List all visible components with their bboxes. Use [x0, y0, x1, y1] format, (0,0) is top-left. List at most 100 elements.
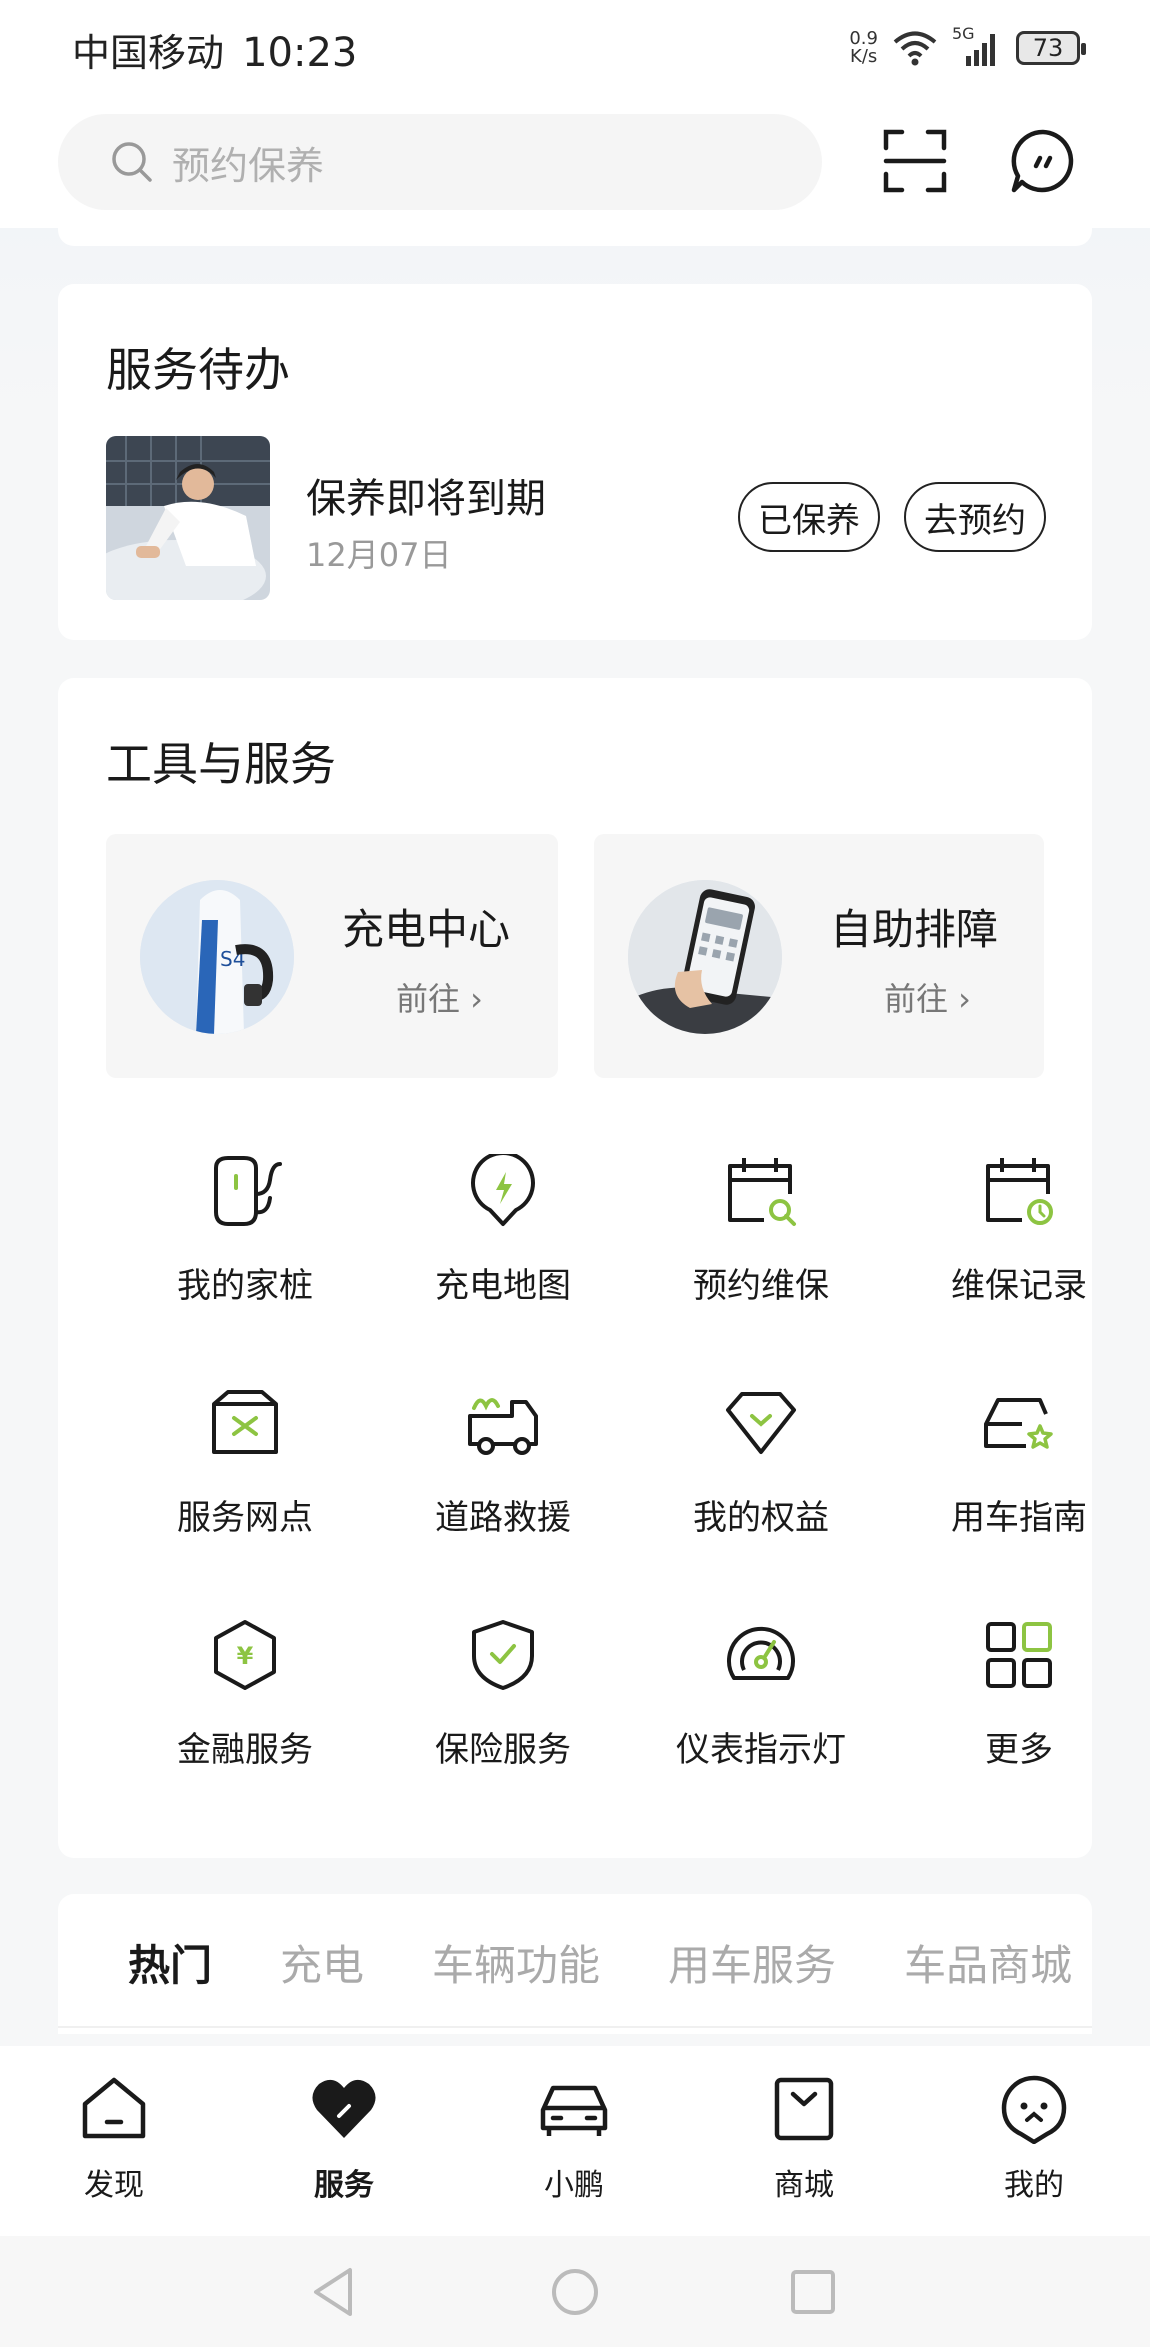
net-speed-unit: K/s [850, 46, 878, 67]
charging-post-illustration: S4 [140, 880, 294, 1034]
grid-item-my-benefits[interactable]: 我的权益 [632, 1386, 890, 1556]
maintenance-photo[interactable] [106, 436, 270, 600]
nav-label-mall: 商城 [774, 2168, 834, 2203]
grid-label-finance: 金融服务 [177, 1730, 313, 1770]
already-maintained-button[interactable]: 已保养 [738, 482, 880, 552]
signal-label: 5G [952, 24, 975, 43]
todo-title: 服务待办 [106, 343, 290, 397]
battery-indicator: 73 [1016, 31, 1086, 65]
charging-center-card[interactable]: S4 充电中心 前往 › [106, 834, 558, 1078]
grid-item-dashboard-lights[interactable]: 仪表指示灯 [632, 1618, 890, 1788]
status-bar: 中国移动 10:23 0.9 K/s 5G 73 [0, 0, 1150, 96]
insurance-icon [472, 1620, 534, 1690]
previous-card-edge [58, 210, 1092, 246]
back-icon[interactable] [306, 2262, 366, 2322]
svg-text:¥: ¥ [237, 1642, 254, 1670]
service-outlet-icon [212, 1390, 278, 1454]
grid-label-home-charger: 我的家桩 [177, 1266, 313, 1306]
net-speed: 0.9 K/s [849, 30, 878, 66]
grid-item-book-maintenance[interactable]: 预约维保 [632, 1154, 890, 1324]
grid-item-maintenance-record[interactable]: 维保记录 [890, 1154, 1148, 1324]
recents-icon[interactable] [783, 2262, 843, 2322]
system-nav-bar [0, 2236, 1150, 2347]
book-maintenance-icon [728, 1158, 796, 1226]
search-icon [112, 142, 152, 182]
search-placeholder: 预约保养 [172, 143, 325, 188]
profile-icon [1001, 2075, 1067, 2144]
grid-label-service-outlet: 服务网点 [177, 1498, 313, 1538]
self-troubleshoot-go[interactable]: 前往 › [884, 974, 971, 1020]
cell-signal: 5G [952, 24, 1002, 68]
status-left: 中国移动 10:23 [72, 22, 357, 77]
nav-discover[interactable]: 发现 [34, 2074, 194, 2214]
clock: 10:23 [242, 30, 358, 76]
nav-mall[interactable]: 商城 [724, 2074, 884, 2214]
todo-item-name: 保养即将到期 [306, 476, 546, 522]
home-charger-icon [214, 1156, 282, 1226]
bottom-nav: 发现 服务 小鹏 商城 我的 [0, 2046, 1150, 2236]
service-todo-card: 服务待办 保养即将到期 12月07日 已保养 去预约 [58, 284, 1092, 640]
self-troubleshoot-title: 自助排障 [830, 905, 999, 954]
grid-item-charge-map[interactable]: 充电地图 [374, 1154, 632, 1324]
phone-in-hand-illustration [628, 880, 782, 1034]
status-right: 0.9 K/s 5G 73 [849, 22, 1086, 74]
nav-label-xpeng: 小鹏 [544, 2168, 604, 2203]
content-tabs-card: 热门 充电 车辆功能 用车服务 车品商城 [58, 1894, 1092, 2034]
grid-label-car-guide: 用车指南 [951, 1498, 1087, 1538]
nav-profile[interactable]: 我的 [954, 2074, 1114, 2214]
charging-center-go[interactable]: 前往 › [396, 974, 483, 1020]
grid-label-road-rescue: 道路救援 [435, 1498, 571, 1538]
discover-icon [82, 2077, 146, 2139]
message-icon[interactable] [1010, 128, 1076, 194]
grid-item-insurance[interactable]: 保险服务 [374, 1618, 632, 1788]
nav-service[interactable]: 服务 [264, 2074, 424, 2214]
charging-center-title: 充电中心 [342, 905, 511, 954]
grid-label-charge-map: 充电地图 [435, 1266, 571, 1306]
finance-icon: ¥ [214, 1620, 276, 1690]
wifi-icon [893, 31, 937, 66]
self-troubleshoot-card[interactable]: 自助排障 前往 › [594, 834, 1044, 1078]
grid-label-maintenance-record: 维保记录 [951, 1266, 1087, 1306]
grid-label-dashboard-lights: 仪表指示灯 [676, 1730, 846, 1770]
my-benefits-icon [726, 1392, 796, 1454]
more-grid-icon [986, 1622, 1052, 1688]
grid-item-road-rescue[interactable]: 道路救援 [374, 1386, 632, 1556]
scan-icon[interactable] [882, 128, 948, 194]
service-heart-icon [312, 2079, 376, 2138]
grid-item-more[interactable]: 更多 [890, 1618, 1148, 1788]
dashboard-lights-icon [727, 1626, 795, 1680]
tabs-row: 热门 充电 车辆功能 用车服务 车品商城 [128, 1932, 1092, 1993]
search-input[interactable]: 预约保养 [58, 114, 822, 210]
tools-services-card: 工具与服务 S4 充电中心 前往 › 自助排障 前往 › 我的家桩 充电地图 预… [58, 678, 1092, 1858]
book-now-button[interactable]: 去预约 [904, 482, 1046, 552]
maintenance-record-icon [986, 1158, 1053, 1225]
nav-label-discover: 发现 [84, 2168, 144, 2203]
charging-center-image: S4 [140, 880, 294, 1034]
tab-car-products[interactable]: 车品商城 [904, 1932, 1072, 1993]
nav-xpeng[interactable]: 小鹏 [494, 2074, 654, 2214]
grid-label-more: 更多 [985, 1730, 1053, 1770]
nav-label-profile: 我的 [1004, 2168, 1064, 2203]
maintenance-photo-image [106, 436, 270, 600]
tab-hot[interactable]: 热门 [128, 1932, 212, 1993]
grid-item-service-outlet[interactable]: 服务网点 [116, 1386, 374, 1556]
grid-item-home-charger[interactable]: 我的家桩 [116, 1154, 374, 1324]
home-icon[interactable] [545, 2262, 605, 2322]
mall-icon [774, 2077, 834, 2141]
grid-item-finance[interactable]: ¥ 金融服务 [116, 1618, 374, 1788]
carrier-label: 中国移动 [72, 31, 225, 75]
grid-label-book-maintenance: 预约维保 [693, 1266, 829, 1306]
nav-label-service: 服务 [314, 2168, 374, 2203]
road-rescue-icon [468, 1398, 538, 1455]
tab-vehicle-functions[interactable]: 车辆功能 [432, 1932, 600, 1993]
self-troubleshoot-image [628, 880, 782, 1034]
charge-map-icon [471, 1154, 535, 1226]
tabs-viewport: 热门 充电 车辆功能 用车服务 车品商城 [58, 1894, 1092, 2014]
car-guide-icon [984, 1398, 1053, 1449]
grid-item-car-guide[interactable]: 用车指南 [890, 1386, 1148, 1556]
tabs-divider [58, 2026, 1092, 2028]
grid-label-insurance: 保险服务 [435, 1730, 571, 1770]
car-icon [540, 2085, 608, 2136]
tab-charging[interactable]: 充电 [280, 1932, 364, 1993]
tab-car-services[interactable]: 用车服务 [668, 1932, 836, 1993]
